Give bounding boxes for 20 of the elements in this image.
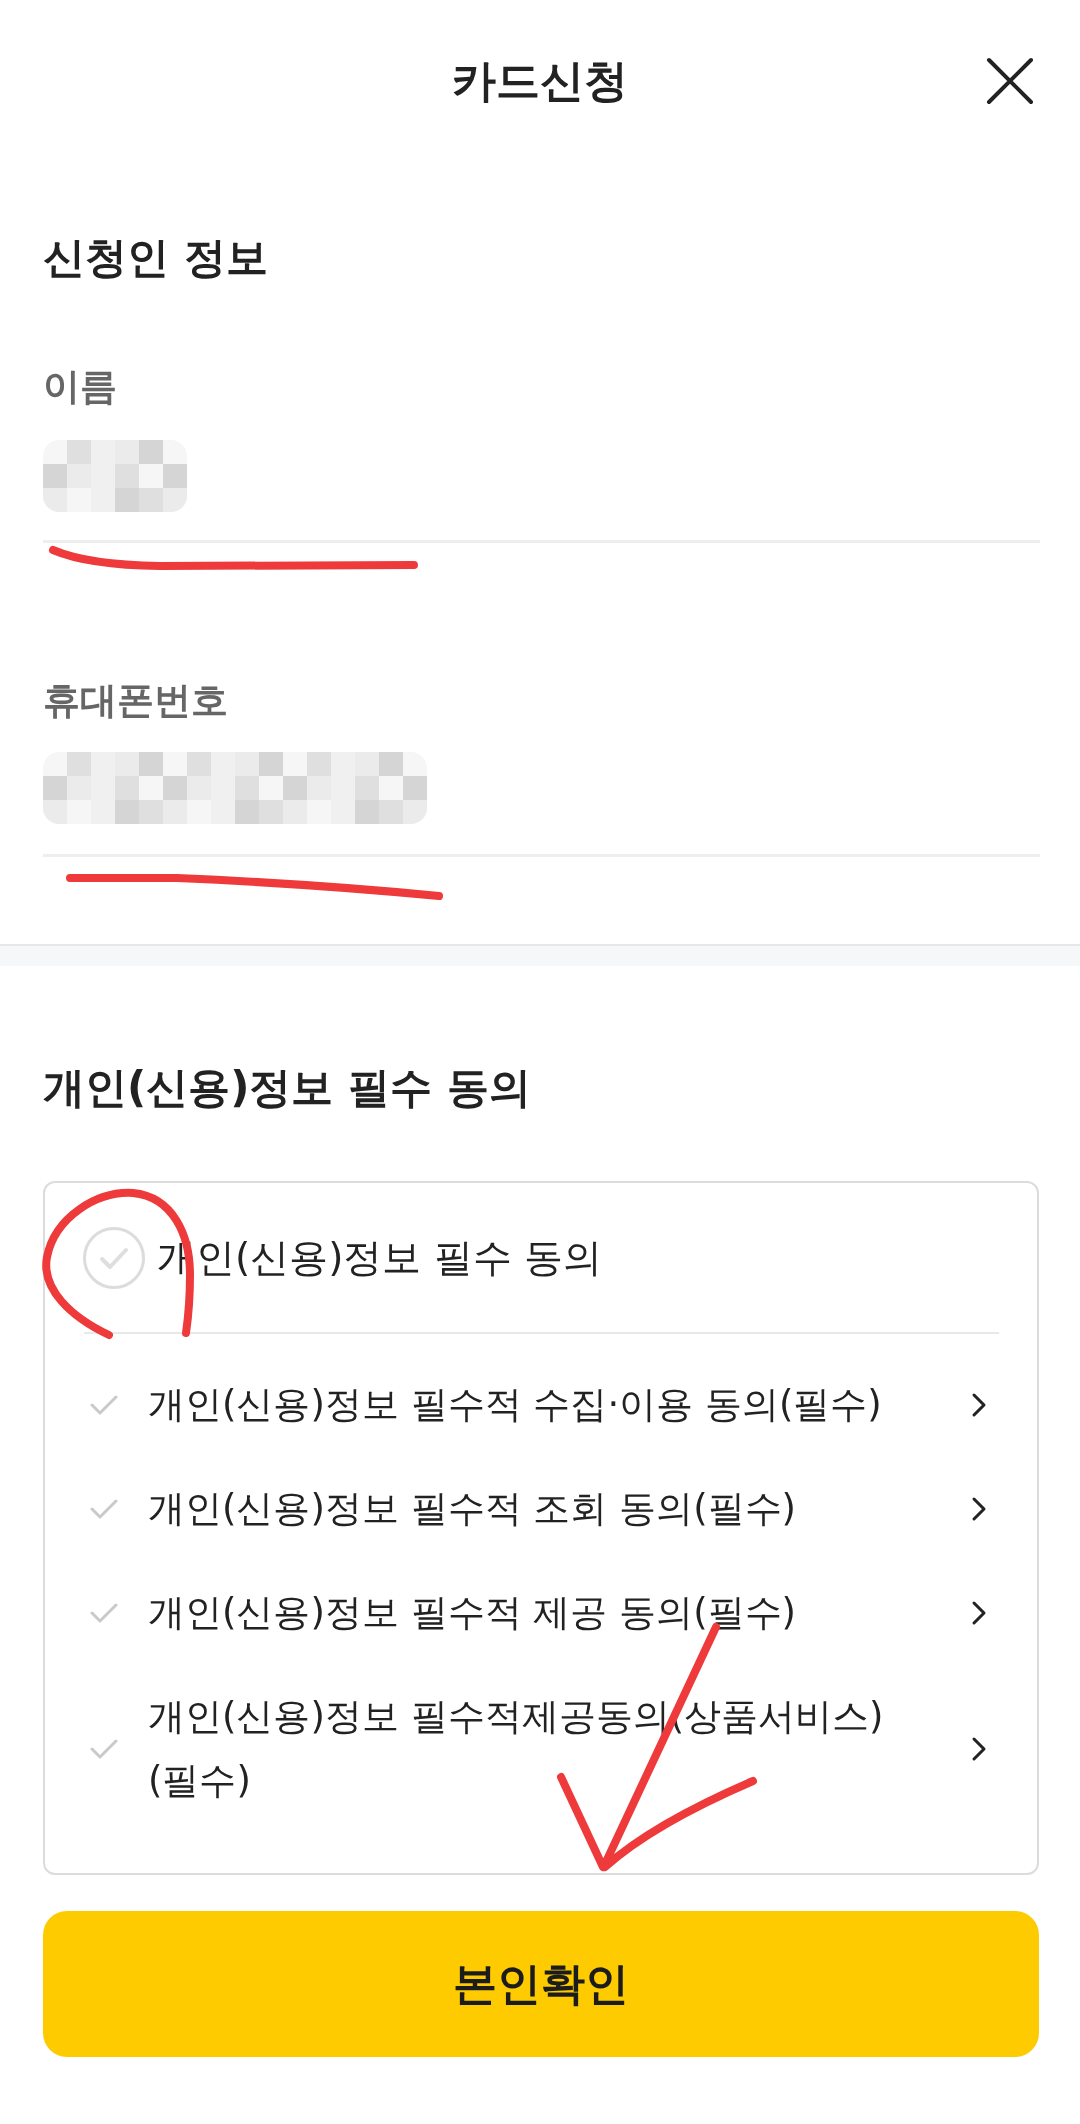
field-label: 휴대폰번호 — [43, 678, 229, 724]
checkmark-icon[interactable] — [90, 1738, 118, 1760]
checkmark-icon[interactable] — [90, 1394, 118, 1416]
checkmark-icon[interactable] — [90, 1602, 118, 1624]
select-all-checkbox[interactable] — [83, 1226, 145, 1289]
chevron-right-icon[interactable] — [971, 1392, 987, 1418]
page-title: 카드신청 — [452, 54, 628, 108]
section-title: 신청인 정보 — [43, 233, 269, 283]
close-button[interactable] — [986, 57, 1034, 105]
field-label: 이름 — [43, 364, 118, 410]
chevron-right-icon[interactable] — [971, 1496, 987, 1522]
close-icon — [986, 57, 1034, 105]
confirm-button[interactable]: 본인확인 — [43, 1911, 1039, 2057]
checkmark-icon[interactable] — [90, 1498, 118, 1520]
chevron-right-icon[interactable] — [971, 1600, 987, 1626]
consent-item-label: 개인(신용)정보 필수적 조회 동의(필수) — [148, 1486, 798, 1532]
consent-item-label: 개인(신용)정보 필수적 수집·이용 동의(필수) — [148, 1382, 883, 1428]
consent-item-label: 개인(신용)정보 필수적 제공 동의(필수) — [148, 1590, 798, 1636]
section-title: 개인(신용)정보 필수 동의 — [43, 1063, 532, 1113]
chevron-right-icon[interactable] — [971, 1736, 987, 1762]
